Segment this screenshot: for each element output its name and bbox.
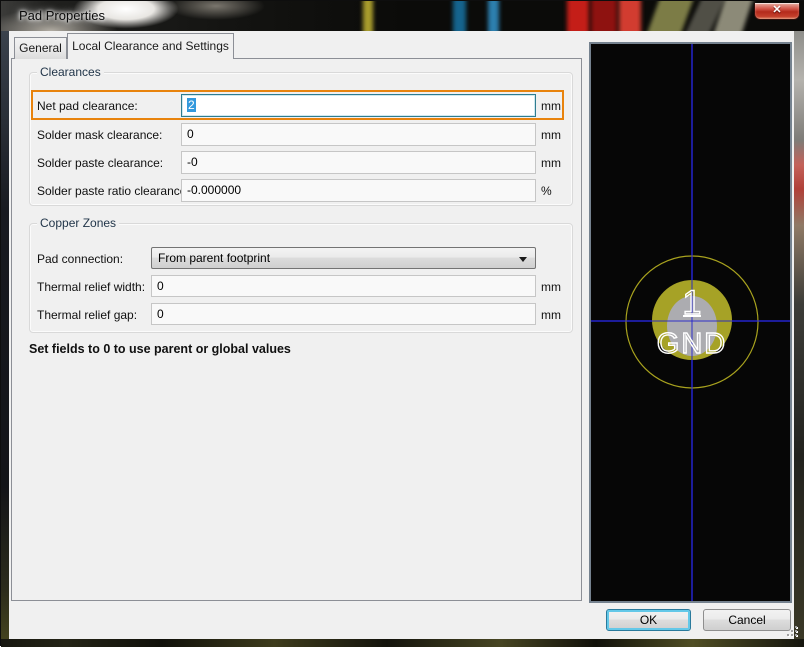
solder-paste-ratio-clearance-unit: %	[541, 184, 552, 198]
solder-paste-clearance-label: Solder paste clearance:	[37, 156, 163, 170]
pad-connection-label: Pad connection:	[37, 252, 123, 266]
pad-preview-canvas: 1 GND	[591, 44, 790, 601]
thermal-relief-width-label: Thermal relief width:	[37, 280, 145, 294]
close-button[interactable]: ✕	[754, 3, 800, 20]
tab-local-clearance-label: Local Clearance and Settings	[72, 39, 229, 53]
glass-streak	[363, 1, 373, 31]
hint-text: Set fields to 0 to use parent or global …	[29, 342, 291, 356]
solder-mask-clearance-input[interactable]: 0	[181, 123, 536, 146]
net-pad-clearance-label: Net pad clearance:	[37, 99, 138, 113]
tab-general-label: General	[19, 41, 62, 55]
cancel-button-label: Cancel	[728, 613, 765, 627]
field-value: 0	[157, 307, 164, 321]
ok-button[interactable]: OK	[606, 609, 691, 631]
glass-streak	[488, 1, 499, 31]
solder-paste-ratio-clearance-input[interactable]: -0.000000	[181, 179, 536, 202]
thermal-relief-gap-input[interactable]: 0	[151, 303, 536, 325]
glass-streak	[453, 1, 466, 31]
glass-streak	[646, 1, 695, 31]
window-title: Pad Properties	[19, 8, 105, 23]
net-pad-clearance-input[interactable]: 2	[181, 94, 536, 117]
pad-connection-select[interactable]: From parent footprint	[151, 247, 536, 269]
close-icon: ✕	[772, 4, 781, 16]
glass-streak	[567, 1, 589, 31]
field-value: -0	[187, 155, 198, 169]
field-value: 0	[157, 279, 164, 293]
solder-mask-clearance-unit: mm	[541, 128, 561, 142]
selected-text: 2	[187, 98, 196, 112]
titlebar[interactable]: Pad Properties ✕	[1, 1, 804, 31]
window-frame-right	[794, 31, 804, 639]
solder-paste-ratio-clearance-label: Solder paste ratio clearance:	[37, 184, 190, 198]
thermal-relief-width-input[interactable]: 0	[151, 275, 536, 297]
glass-streak	[619, 1, 641, 31]
solder-paste-clearance-input[interactable]: -0	[181, 151, 536, 174]
clearances-group-title: Clearances	[37, 65, 104, 79]
thermal-relief-gap-unit: mm	[541, 308, 561, 322]
solder-mask-clearance-label: Solder mask clearance:	[37, 128, 162, 142]
field-value: 0	[187, 127, 194, 141]
resize-grip[interactable]	[786, 625, 797, 636]
tab-local-clearance[interactable]: Local Clearance and Settings	[67, 33, 234, 59]
tab-general[interactable]: General	[14, 37, 67, 59]
pad-connection-value: From parent footprint	[158, 251, 270, 265]
pad-preview-panel: 1 GND	[589, 42, 792, 603]
thermal-relief-gap-label: Thermal relief gap:	[37, 308, 137, 322]
chevron-down-icon	[519, 257, 527, 262]
net-name-text: GND	[657, 328, 727, 360]
glass-streak	[591, 1, 617, 31]
copper-zones-group-title: Copper Zones	[37, 216, 119, 230]
ok-button-label: OK	[640, 613, 657, 627]
cancel-button[interactable]: Cancel	[703, 609, 791, 631]
field-value: -0.000000	[187, 183, 241, 197]
pad-properties-window: Pad Properties ✕ General Local Clearance…	[0, 0, 804, 646]
window-frame-left	[1, 31, 9, 639]
net-pad-clearance-unit: mm	[541, 99, 561, 113]
thermal-relief-width-unit: mm	[541, 280, 561, 294]
solder-paste-clearance-unit: mm	[541, 156, 561, 170]
